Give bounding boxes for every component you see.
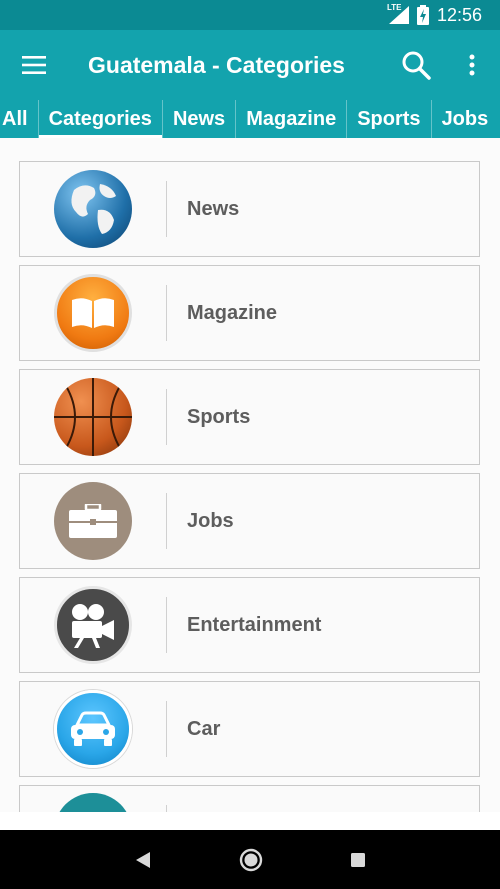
- home-icon[interactable]: [239, 848, 263, 872]
- globe-icon: [54, 170, 132, 248]
- search-button[interactable]: [388, 30, 444, 100]
- tab-magazine[interactable]: Magazine: [235, 100, 346, 138]
- tab-news[interactable]: News: [161, 100, 235, 138]
- overflow-menu-button[interactable]: [444, 30, 500, 100]
- category-card-entertainment[interactable]: Entertainment: [19, 577, 480, 673]
- signal-icon: LTE: [386, 3, 409, 24]
- page-title: Guatemala - Categories: [88, 51, 345, 78]
- app-bar: Guatemala - Categories: [0, 30, 500, 100]
- tab-sports[interactable]: Sports: [346, 100, 430, 138]
- category-card-car[interactable]: Car: [19, 681, 480, 777]
- tab-jobs[interactable]: Jobs: [430, 100, 499, 138]
- back-icon[interactable]: [134, 851, 152, 869]
- clock: 12:56: [436, 4, 482, 25]
- menu-button[interactable]: [0, 30, 68, 100]
- basketball-icon: [54, 378, 132, 456]
- search-icon: [402, 51, 431, 80]
- category-list: News Magazine Sports Jobs Entertainment …: [0, 138, 500, 812]
- category-card-partial[interactable]: [19, 785, 480, 812]
- recents-icon[interactable]: [350, 852, 366, 868]
- book-icon: [54, 274, 132, 352]
- network-type: LTE: [386, 3, 402, 12]
- system-nav-bar: [0, 830, 500, 889]
- category-label: Sports: [187, 405, 251, 428]
- video-camera-icon: [54, 586, 132, 664]
- category-tabs: All Categories News Magazine Sports Jobs: [0, 100, 500, 138]
- hamburger-icon: [22, 56, 46, 74]
- category-label: News: [187, 197, 240, 220]
- more-vert-icon: [469, 54, 475, 76]
- car-icon: [54, 690, 132, 768]
- status-bar: LTE 12:56: [0, 0, 500, 30]
- category-card-magazine[interactable]: Magazine: [19, 265, 480, 361]
- category-card-sports[interactable]: Sports: [19, 369, 480, 465]
- category-label: Magazine: [187, 301, 278, 324]
- tab-categories[interactable]: Categories: [37, 100, 163, 138]
- category-label: Entertainment: [187, 613, 322, 636]
- tab-all[interactable]: All: [0, 100, 38, 138]
- category-card-jobs[interactable]: Jobs: [19, 473, 480, 569]
- briefcase-icon: [54, 482, 132, 560]
- category-label: Jobs: [187, 509, 234, 532]
- battery-icon: [416, 5, 429, 25]
- category-label: Car: [187, 717, 221, 740]
- category-card-news[interactable]: News: [19, 161, 480, 257]
- category-icon: [54, 793, 132, 812]
